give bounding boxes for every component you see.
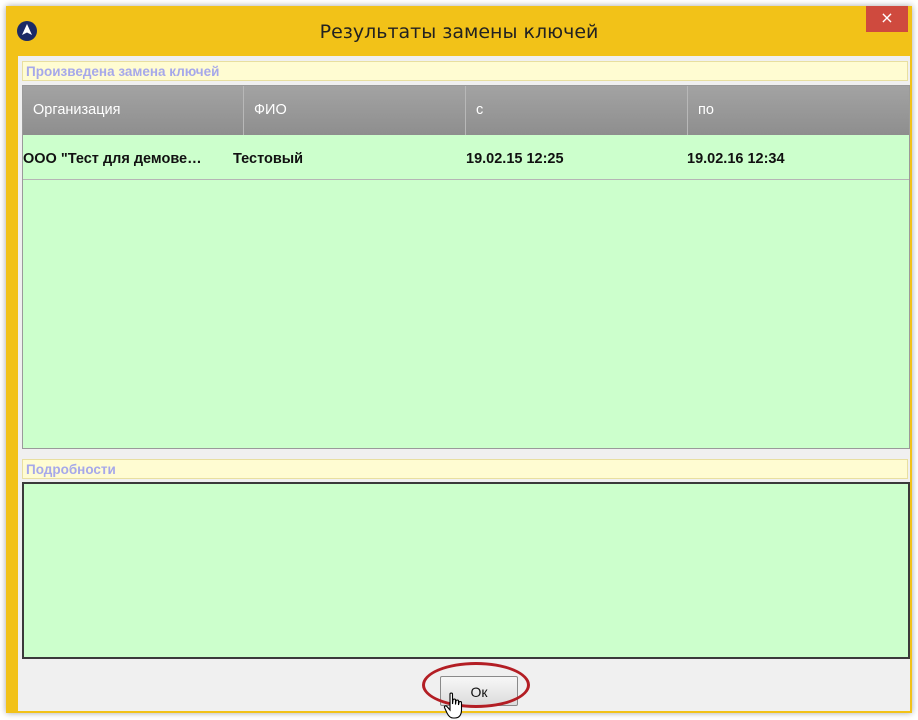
details-text-area[interactable]: [22, 482, 910, 659]
cell-from-date: 19.02.15 12:25: [466, 151, 564, 167]
dialog-content: Произведена замена ключей Организация ФИ…: [18, 56, 910, 719]
close-button[interactable]: ×: [866, 6, 908, 32]
table-row[interactable]: ООО "Тест для демове… Тестовый 19.02.15 …: [23, 135, 909, 180]
window-title: Результаты замены ключей: [319, 21, 599, 43]
column-header-organization[interactable]: Организация: [23, 86, 244, 135]
results-section-label: Произведена замена ключей: [22, 61, 908, 81]
cell-to-date: 19.02.16 12:34: [687, 151, 785, 167]
column-header-name[interactable]: ФИО: [244, 86, 466, 135]
table-header: Организация ФИО с по: [23, 86, 909, 135]
column-header-to[interactable]: по: [688, 86, 909, 135]
cell-name: Тестовый: [233, 151, 304, 167]
cell-organization: ООО "Тест для демове…: [23, 151, 202, 167]
column-header-from[interactable]: с: [466, 86, 688, 135]
results-table[interactable]: Организация ФИО с по ООО "Тест для демов…: [22, 85, 910, 449]
results-dialog: Результаты замены ключей × Произведена з…: [6, 6, 912, 719]
title-bar[interactable]: Результаты замены ключей ×: [6, 6, 912, 54]
details-section-label: Подробности: [22, 459, 908, 479]
hand-pointer-icon: [443, 692, 463, 719]
